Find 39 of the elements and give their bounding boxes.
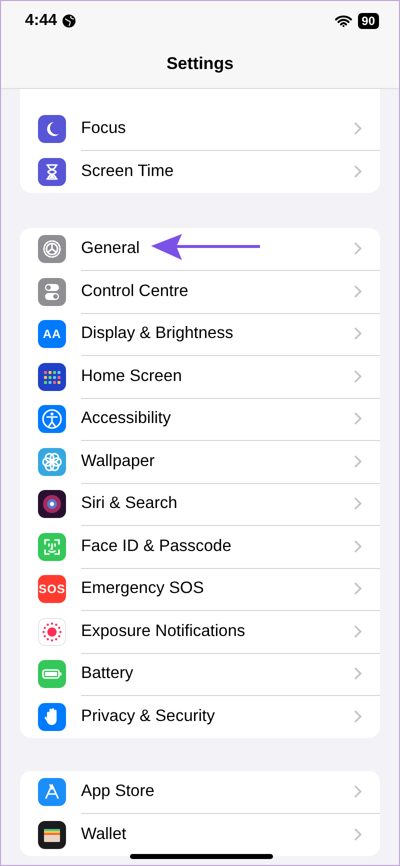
row-label[interactable]: Siri & Search — [81, 494, 354, 514]
row-label[interactable]: General — [81, 239, 354, 258]
text-size-icon: AA — [38, 320, 66, 348]
chevron-icon — [354, 582, 362, 596]
chevron-icon — [354, 165, 362, 178]
chevron-icon — [354, 624, 362, 638]
chevron-icon — [354, 327, 362, 340]
chevron-icon — [354, 497, 362, 510]
chevron-icon — [354, 710, 362, 724]
page-title: Settings — [166, 54, 234, 74]
row-label[interactable]: Wallpaper — [81, 452, 354, 471]
chevron-icon — [354, 242, 362, 256]
row-label[interactable]: Exposure Notifications — [81, 622, 354, 641]
row-label[interactable]: App Store — [81, 782, 354, 802]
row-label[interactable]: Privacy & Security — [81, 707, 354, 726]
row-label[interactable]: Control Centre — [81, 282, 354, 301]
sos-icon: SOS — [38, 575, 66, 604]
row-label[interactable]: Focus — [81, 119, 354, 138]
chevron-icon — [354, 540, 362, 553]
chevron-icon — [354, 284, 362, 298]
row-label[interactable]: Home Screen — [81, 366, 354, 386]
row-label[interactable]: Emergency SOS — [81, 579, 354, 598]
chevron-icon — [354, 370, 362, 383]
status-time: 4:44 — [25, 12, 58, 30]
chevron-icon — [354, 785, 362, 798]
chevron-icon — [354, 828, 362, 842]
battery-level: 90 — [358, 12, 379, 28]
chevron-icon — [354, 122, 362, 136]
row-label[interactable]: Wallet — [81, 825, 354, 844]
chevron-icon — [354, 667, 362, 680]
row-label[interactable]: Screen Time — [81, 162, 354, 182]
chevron-icon — [354, 412, 362, 426]
chevron-icon — [354, 454, 362, 468]
row-label[interactable]: Battery — [81, 664, 354, 684]
globe-icon — [62, 14, 76, 28]
row-label[interactable]: Display & Brightness — [81, 324, 354, 344]
row-label[interactable]: Face ID & Passcode — [81, 536, 354, 556]
row-label[interactable]: Accessibility — [81, 409, 354, 428]
wifi-icon — [334, 14, 352, 26]
